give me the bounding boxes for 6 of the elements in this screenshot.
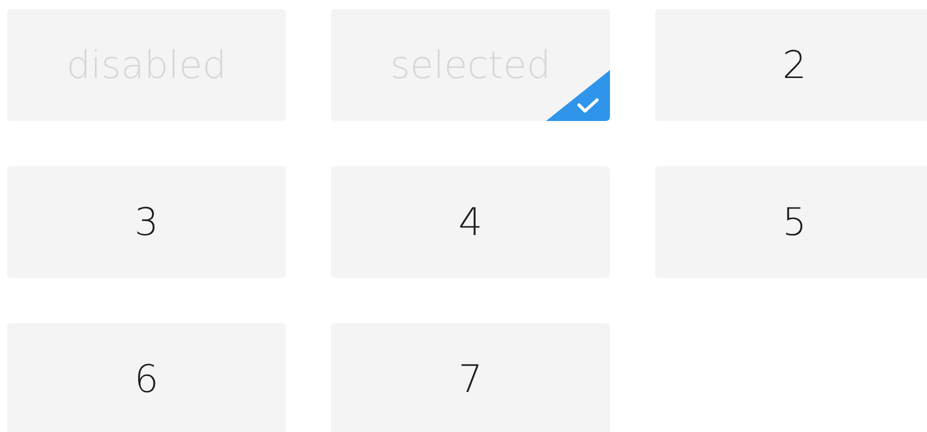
- option-tile[interactable]: 7: [331, 323, 610, 432]
- option-tile[interactable]: 6: [7, 323, 286, 432]
- option-tile[interactable]: 4: [331, 166, 610, 278]
- option-tile[interactable]: 2: [655, 9, 927, 121]
- option-tile[interactable]: 5: [655, 166, 927, 278]
- option-tile[interactable]: 3: [7, 166, 286, 278]
